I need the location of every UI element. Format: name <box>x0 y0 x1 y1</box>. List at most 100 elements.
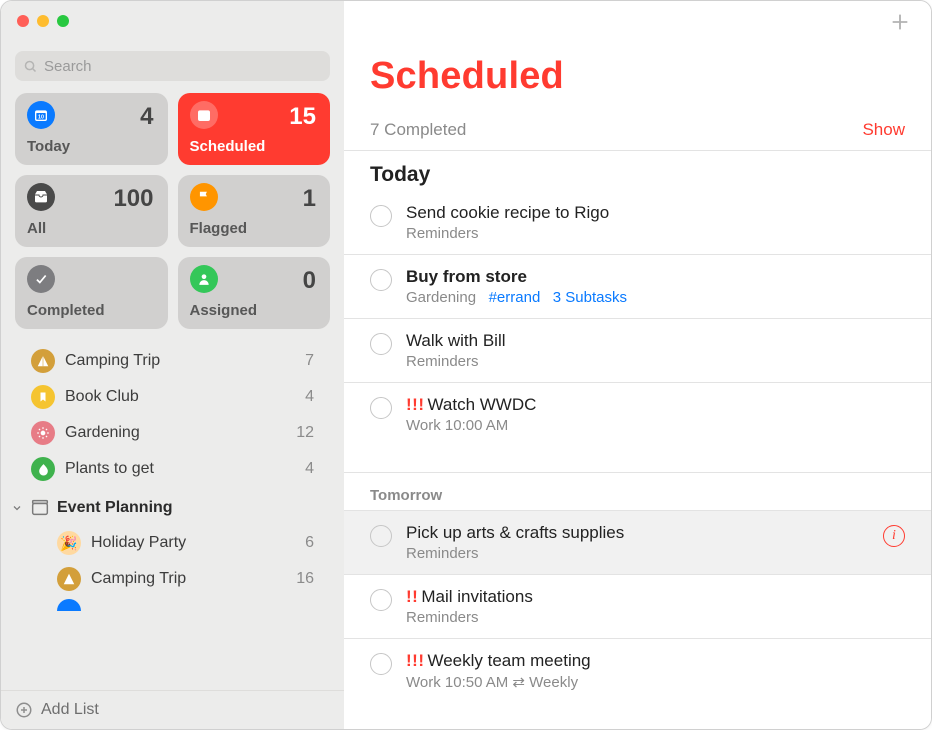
list-item[interactable]: Gardening 12 <box>1 415 344 451</box>
zoom-window-button[interactable] <box>57 15 69 27</box>
new-reminder-button[interactable] <box>889 11 911 38</box>
complete-toggle[interactable] <box>370 653 392 675</box>
reminder-row[interactable]: Buy from store Gardening #errand 3 Subta… <box>344 255 931 319</box>
bookmark-icon <box>31 385 55 409</box>
list-count: 12 <box>296 424 324 442</box>
list-count: 4 <box>305 388 324 406</box>
folder-event-planning[interactable]: Event Planning <box>1 487 344 525</box>
search-icon <box>23 59 38 74</box>
search-input[interactable]: Search <box>15 51 330 81</box>
page-title: Scheduled <box>344 47 931 98</box>
reminder-title: Send cookie recipe to Rigo <box>406 203 609 222</box>
folder-name: Event Planning <box>57 499 173 517</box>
reminder-title: Watch WWDC <box>427 395 536 414</box>
reminder-meta: Work 10:00 AM <box>406 417 508 434</box>
tile-scheduled[interactable]: 15 Scheduled <box>178 93 331 165</box>
priority-indicator: !!! <box>406 395 424 414</box>
new-reminder-placeholder[interactable] <box>344 446 931 473</box>
party-icon: 🎉 <box>57 531 81 555</box>
reminder-subtasks[interactable]: 3 Subtasks <box>553 289 627 306</box>
reminder-row[interactable]: Walk with Bill Reminders <box>344 319 931 383</box>
reminder-list: Reminders <box>406 545 479 562</box>
window-controls <box>1 1 344 35</box>
list-name: Holiday Party <box>91 534 186 552</box>
reminder-title: Buy from store <box>406 267 527 286</box>
tent-icon <box>57 567 81 591</box>
sun-icon <box>31 421 55 445</box>
complete-toggle[interactable] <box>370 269 392 291</box>
reminder-row[interactable]: !!Mail invitations Reminders <box>344 575 931 639</box>
chevron-down-icon <box>11 502 23 514</box>
complete-toggle[interactable] <box>370 333 392 355</box>
list-item[interactable] <box>1 597 344 611</box>
reminder-list: Reminders <box>406 609 479 626</box>
tile-flagged-label: Flagged <box>190 220 248 237</box>
reminder-title: Pick up arts & crafts supplies <box>406 523 624 542</box>
section-tomorrow-header: Tomorrow <box>344 473 931 511</box>
complete-toggle[interactable] <box>370 397 392 419</box>
tile-assigned[interactable]: 0 Assigned <box>178 257 331 329</box>
tile-flagged[interactable]: 1 Flagged <box>178 175 331 247</box>
reminder-row[interactable]: Send cookie recipe to Rigo Reminders <box>344 191 931 255</box>
plus-circle-icon <box>15 701 33 719</box>
person-icon <box>190 265 218 293</box>
subheader: 7 Completed Show <box>344 98 931 151</box>
flag-icon <box>190 183 218 211</box>
calendar-icon: 10 <box>27 101 55 129</box>
list-item[interactable]: Camping Trip 16 <box>1 561 344 597</box>
list-item[interactable]: Book Club 4 <box>1 379 344 415</box>
info-button[interactable]: i <box>883 525 905 547</box>
list-name: Book Club <box>65 388 139 406</box>
tile-all-label: All <box>27 220 46 237</box>
reminder-list: Gardening <box>406 289 476 306</box>
add-list-label: Add List <box>41 701 99 719</box>
list-item[interactable]: 🎉 Holiday Party 6 <box>1 525 344 561</box>
list-item[interactable]: Camping Trip 7 <box>1 343 344 379</box>
tile-assigned-label: Assigned <box>190 302 258 319</box>
list-icon <box>57 599 81 611</box>
reminder-row[interactable]: !!!Weekly team meeting Work 10:50 AM ⇄ W… <box>344 639 931 703</box>
tile-scheduled-count: 15 <box>289 103 316 131</box>
close-window-button[interactable] <box>17 15 29 27</box>
app-window: Search 10 4 Today 15 Scheduled <box>0 0 932 730</box>
list-count: 16 <box>296 570 324 588</box>
tile-flagged-count: 1 <box>303 185 316 213</box>
tile-today-count: 4 <box>140 103 153 131</box>
minimize-window-button[interactable] <box>37 15 49 27</box>
reminder-row[interactable]: !!!Watch WWDC Work 10:00 AM <box>344 383 931 446</box>
tile-today-label: Today <box>27 138 70 155</box>
tile-today[interactable]: 10 4 Today <box>15 93 168 165</box>
main-content: Scheduled 7 Completed Show Today Send co… <box>344 1 931 729</box>
tile-scheduled-label: Scheduled <box>190 138 266 155</box>
reminder-list: Reminders <box>406 225 479 242</box>
list-item[interactable]: Plants to get 4 <box>1 451 344 487</box>
svg-text:10: 10 <box>38 114 44 120</box>
reminder-tag[interactable]: #errand <box>489 289 541 306</box>
reminder-title: Weekly team meeting <box>427 651 590 670</box>
section-today-header: Today <box>344 151 931 191</box>
search-placeholder: Search <box>44 58 92 75</box>
show-completed-button[interactable]: Show <box>862 120 905 140</box>
complete-toggle[interactable] <box>370 525 392 547</box>
list-name: Camping Trip <box>65 352 160 370</box>
plus-icon <box>889 11 911 33</box>
reminder-meta: Work 10:50 AM ⇄ Weekly <box>406 674 578 691</box>
complete-toggle[interactable] <box>370 205 392 227</box>
list-name: Gardening <box>65 424 140 442</box>
checkmark-icon <box>27 265 55 293</box>
reminder-row[interactable]: Pick up arts & crafts supplies Reminders… <box>344 511 931 575</box>
leaf-icon <box>31 457 55 481</box>
folder-icon <box>29 497 51 519</box>
reminder-title: Mail invitations <box>421 587 533 606</box>
add-list-button[interactable]: Add List <box>1 690 344 729</box>
tile-all[interactable]: 100 All <box>15 175 168 247</box>
priority-indicator: !! <box>406 587 418 606</box>
complete-toggle[interactable] <box>370 589 392 611</box>
reminder-list: Reminders <box>406 353 479 370</box>
completed-count: 7 Completed <box>370 120 466 140</box>
list-count: 7 <box>305 352 324 370</box>
tent-icon <box>31 349 55 373</box>
tile-assigned-count: 0 <box>303 267 316 295</box>
tile-completed[interactable]: Completed <box>15 257 168 329</box>
calendar-icon <box>190 101 218 129</box>
